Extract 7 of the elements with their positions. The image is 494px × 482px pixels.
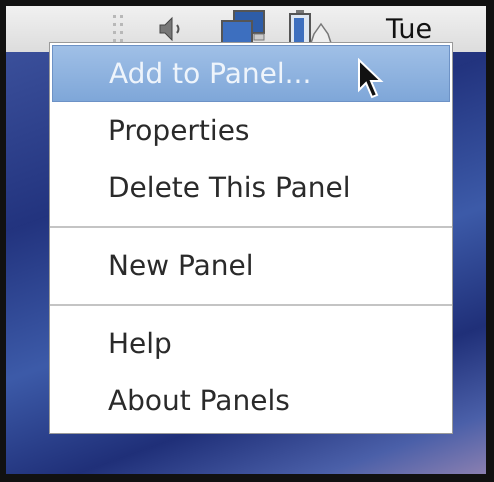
menu-item[interactable]: Delete This Panel xyxy=(52,159,450,216)
menu-item[interactable]: Help xyxy=(52,315,450,372)
clock-text[interactable]: Tue xyxy=(386,14,432,44)
menu-item[interactable]: About Panels xyxy=(52,372,450,429)
menu-item[interactable]: Properties xyxy=(52,102,450,159)
drag-handle-icon[interactable] xyxy=(112,14,124,44)
menu-item[interactable]: New Panel xyxy=(52,237,450,294)
